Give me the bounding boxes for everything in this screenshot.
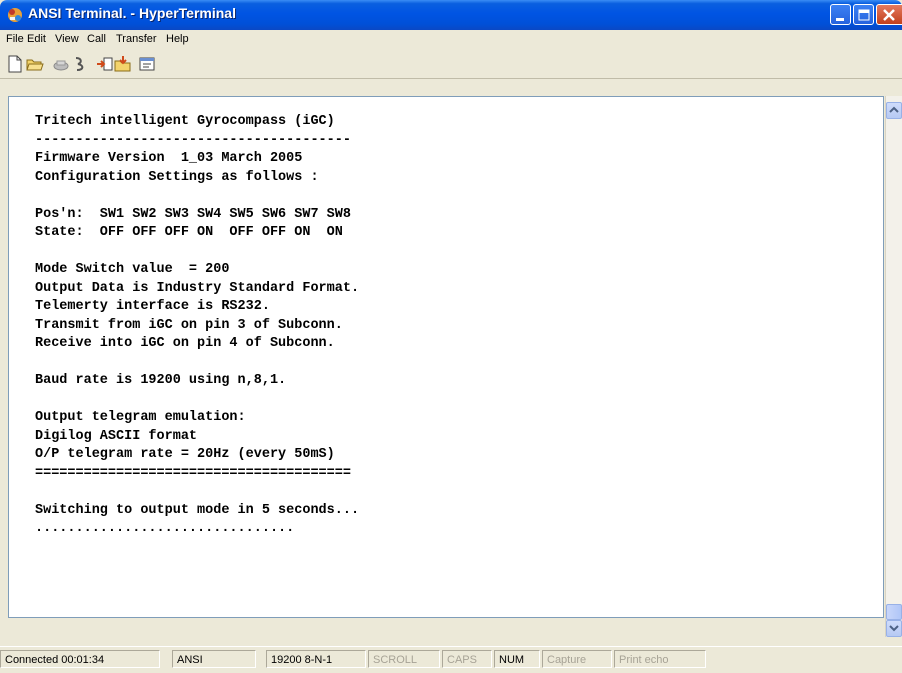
status-scroll: SCROLL (368, 650, 440, 668)
properties-icon[interactable] (138, 55, 156, 73)
status-print-echo: Print echo (614, 650, 706, 668)
status-num: NUM (494, 650, 540, 668)
open-folder-icon[interactable] (26, 55, 44, 73)
terminal-line: Switching to output mode in 5 seconds... (35, 502, 360, 518)
terminal-line: Mode Switch value = 200 (35, 262, 230, 277)
terminal-line: Telemerty interface is RS232. (35, 299, 270, 314)
terminal-line: Configuration Settings as follows : (35, 169, 319, 185)
new-file-icon[interactable] (6, 55, 24, 73)
status-caps: CAPS (442, 650, 492, 668)
status-bar: Connected 00:01:34 ANSI 19200 8-N-1 SCRO… (0, 646, 902, 673)
menu-call[interactable]: Call (87, 33, 106, 45)
toolbar (0, 50, 902, 79)
vertical-scrollbar[interactable] (885, 96, 902, 637)
terminal-line: Output Data is Industry Standard Format. (35, 280, 360, 296)
status-capture: Capture (542, 650, 612, 668)
terminal-line: ................................ (35, 521, 295, 536)
terminal-line: O/P telegram rate = 20Hz (every 50mS) (35, 447, 335, 462)
menu-edit[interactable]: Edit (27, 33, 46, 45)
status-connected: Connected 00:01:34 (0, 650, 160, 668)
terminal-line: Transmit from iGC on pin 3 of Subconn. (35, 317, 343, 333)
send-file-icon[interactable] (96, 55, 114, 73)
terminal-line: Firmware Version 1_03 March 2005 (35, 151, 303, 166)
terminal-line: Digilog ASCII format (35, 428, 198, 444)
scroll-up-button[interactable] (886, 102, 902, 119)
terminal-line: Tritech intelligent Gyrocompass (iGC) (35, 114, 335, 129)
terminal-line: Baud rate is 19200 using n,8,1. (35, 373, 287, 388)
terminal-line: --------------------------------------- (35, 132, 351, 148)
close-icon (883, 9, 895, 21)
terminal-line: Receive into iGC on pin 4 of Subconn. (35, 336, 335, 351)
terminal-line: ======================================= (35, 465, 351, 481)
minimize-icon (836, 18, 844, 21)
menu-file[interactable]: File (6, 33, 24, 45)
scroll-down-button[interactable] (886, 620, 902, 637)
terminal-line: Pos'n: SW1 SW2 SW3 SW4 SW5 SW6 SW7 SW8 (35, 206, 351, 222)
terminal-line: State: OFF OFF OFF ON OFF OFF ON ON (35, 225, 343, 240)
menu-transfer[interactable]: Transfer (116, 33, 157, 45)
maximize-button[interactable] (853, 4, 874, 25)
phone-icon[interactable] (52, 55, 70, 73)
hyperterminal-app-icon (8, 8, 22, 22)
disconnect-icon[interactable] (72, 55, 90, 73)
receive-file-icon[interactable] (114, 55, 132, 73)
title-bar[interactable]: ANSI Terminal. - HyperTerminal (0, 0, 902, 30)
status-settings: 19200 8-N-1 (266, 650, 366, 668)
close-button[interactable] (876, 4, 902, 25)
scroll-thumb[interactable] (886, 604, 902, 620)
chevron-down-icon (889, 625, 899, 632)
menu-view[interactable]: View (55, 33, 79, 45)
status-emulation: ANSI (172, 650, 256, 668)
terminal-line: Output telegram emulation: (35, 410, 246, 425)
window-title: ANSI Terminal. - HyperTerminal (28, 5, 236, 21)
chevron-up-icon (889, 106, 899, 113)
maximize-icon (858, 9, 870, 21)
minimize-button[interactable] (830, 4, 851, 25)
menu-bar: File Edit View Call Transfer Help (0, 30, 902, 50)
menu-help[interactable]: Help (166, 33, 189, 45)
terminal-screen[interactable]: Tritech intelligent Gyrocompass (iGC) ---… (8, 96, 884, 618)
terminal-output: Tritech intelligent Gyrocompass (iGC) ---… (35, 113, 359, 539)
